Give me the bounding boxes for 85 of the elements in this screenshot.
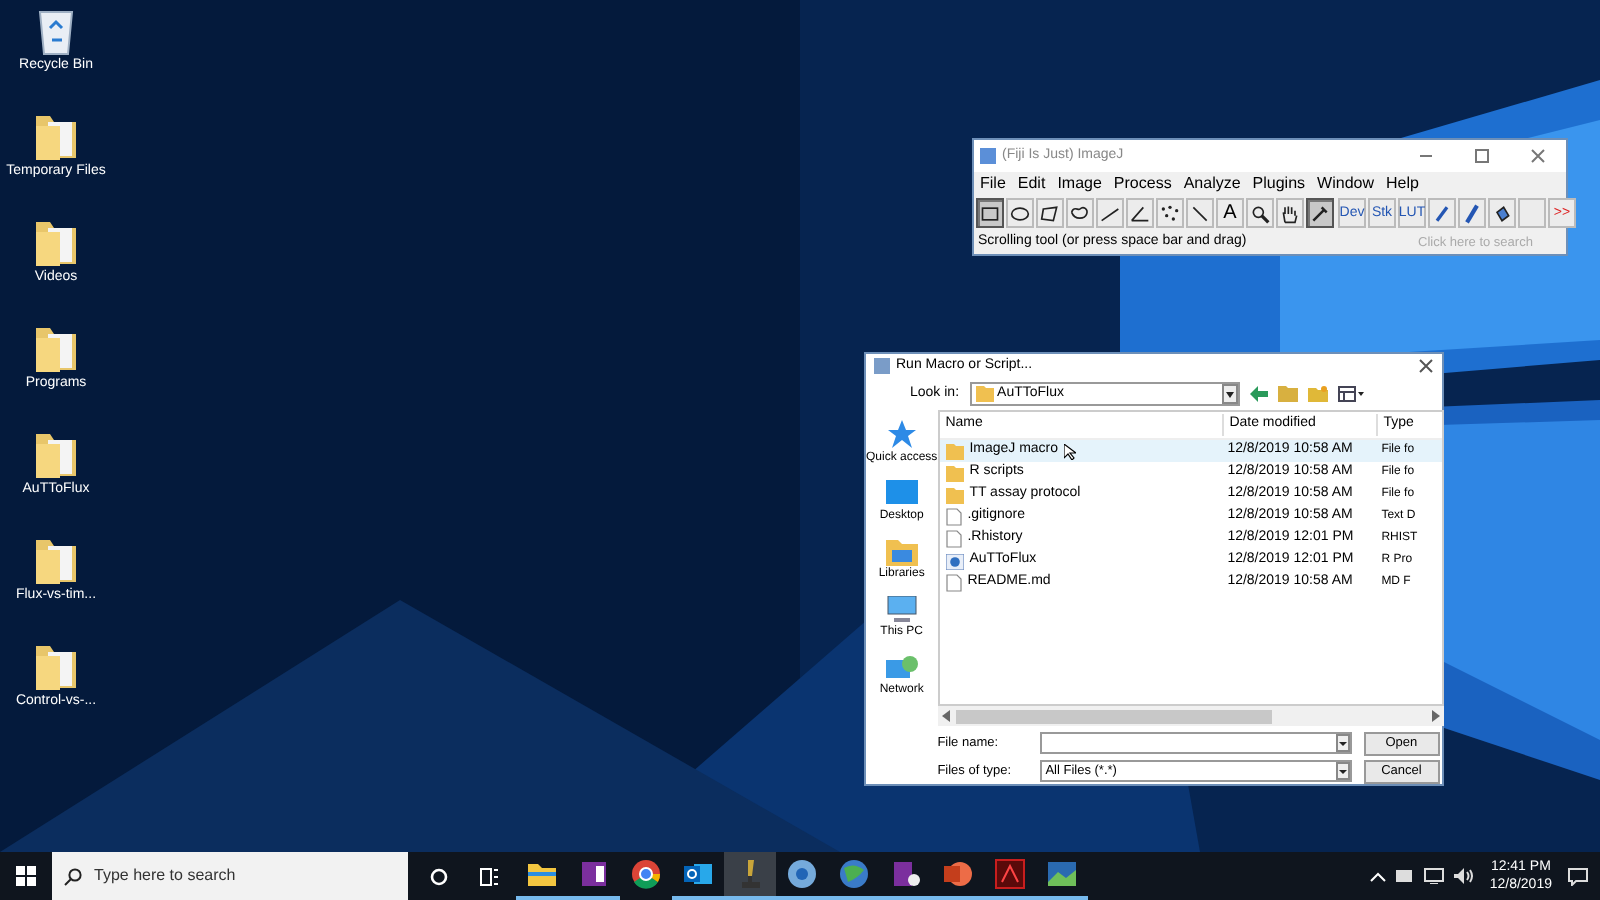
cursor-icon bbox=[1064, 443, 1077, 459]
windows-icon[interactable] bbox=[16, 866, 36, 886]
pencil-icon bbox=[1432, 201, 1452, 225]
freehand-icon bbox=[1070, 201, 1090, 225]
dropdown-icon bbox=[1221, 384, 1238, 404]
menu-item[interactable]: Edit bbox=[1017, 172, 1046, 196]
app-icon bbox=[980, 148, 996, 164]
angle-icon bbox=[1130, 201, 1150, 225]
dropdown-icon bbox=[1335, 762, 1350, 780]
menu-item[interactable]: File bbox=[980, 172, 1006, 196]
mail-icon bbox=[682, 858, 714, 890]
taskbar-app-button[interactable] bbox=[724, 852, 776, 900]
desktop-icon bbox=[885, 480, 918, 508]
folder-icon bbox=[32, 640, 80, 692]
r-icon bbox=[786, 858, 818, 890]
search-icon bbox=[64, 867, 82, 885]
globe-icon bbox=[838, 858, 870, 890]
close-icon[interactable] bbox=[1418, 358, 1434, 374]
dropdown-icon bbox=[1335, 734, 1350, 752]
speaker-icon[interactable] bbox=[1453, 868, 1474, 884]
tool-button[interactable] bbox=[976, 198, 1004, 228]
tool-button[interactable] bbox=[1006, 198, 1034, 228]
star-icon bbox=[885, 418, 918, 450]
menu-item[interactable]: Help bbox=[1386, 172, 1419, 196]
tool-button[interactable] bbox=[1156, 198, 1184, 228]
left-arrow-icon[interactable] bbox=[941, 710, 950, 722]
file-icon bbox=[945, 574, 962, 592]
tool-button[interactable] bbox=[1036, 198, 1064, 228]
battery-icon[interactable] bbox=[1395, 870, 1414, 882]
chrome-icon bbox=[630, 858, 662, 890]
tool-button[interactable] bbox=[1306, 198, 1334, 228]
paint-bucket-icon bbox=[1492, 201, 1512, 225]
hand-icon bbox=[1280, 201, 1300, 225]
oval-icon bbox=[1010, 201, 1030, 225]
tool-button[interactable] bbox=[1246, 198, 1274, 228]
tool-button[interactable] bbox=[1428, 198, 1456, 228]
task-view-icon[interactable] bbox=[480, 867, 500, 885]
folder-icon bbox=[32, 322, 80, 374]
view-menu-icon[interactable] bbox=[1337, 386, 1364, 402]
cortana-icon[interactable] bbox=[429, 867, 447, 885]
folder-icon bbox=[32, 216, 80, 268]
menu-item[interactable]: Plugins bbox=[1252, 172, 1306, 196]
brush-icon bbox=[1462, 201, 1482, 225]
tool-button[interactable]: A bbox=[1216, 198, 1244, 228]
menu-item[interactable]: Window bbox=[1317, 172, 1374, 196]
tool-button[interactable] bbox=[1276, 198, 1304, 228]
folder-icon bbox=[885, 538, 918, 566]
folder-icon bbox=[32, 110, 80, 162]
notifications-icon[interactable] bbox=[1568, 867, 1588, 885]
tool-button[interactable] bbox=[1066, 198, 1094, 228]
close-icon[interactable] bbox=[1530, 148, 1546, 164]
photo-icon bbox=[1046, 858, 1078, 890]
horizontal-scrollbar[interactable] bbox=[937, 706, 1444, 726]
rectangle-icon bbox=[980, 201, 1000, 225]
scrollbar-thumb[interactable] bbox=[955, 709, 1272, 723]
network-icon[interactable] bbox=[1423, 868, 1444, 884]
presentation-icon bbox=[942, 858, 974, 890]
taskbar-search-field[interactable]: Type here to search bbox=[52, 852, 408, 900]
r-project-icon bbox=[945, 553, 964, 569]
pdf-icon bbox=[994, 858, 1026, 890]
right-arrow-icon[interactable] bbox=[1431, 710, 1440, 722]
network-icon bbox=[885, 654, 918, 682]
chevron-up-icon[interactable] bbox=[1369, 871, 1386, 881]
tool-button[interactable] bbox=[1488, 198, 1516, 228]
computer-icon bbox=[885, 596, 918, 624]
menu-item[interactable]: Analyze bbox=[1183, 172, 1241, 196]
menu-item[interactable]: Image bbox=[1057, 172, 1102, 196]
tool-button[interactable] bbox=[1096, 198, 1124, 228]
folder-icon bbox=[32, 428, 80, 480]
app-icon bbox=[874, 358, 890, 374]
folder-icon bbox=[32, 534, 80, 586]
tool-button[interactable] bbox=[1126, 198, 1154, 228]
notebook-icon bbox=[890, 858, 922, 890]
back-arrow-icon[interactable] bbox=[1249, 386, 1268, 402]
file-name-field[interactable] bbox=[1039, 732, 1352, 754]
points-icon bbox=[1160, 201, 1180, 225]
maximize-icon[interactable] bbox=[1474, 148, 1490, 164]
notebook-icon bbox=[578, 858, 610, 890]
polygon-icon bbox=[1040, 201, 1060, 225]
menu-item[interactable]: Process bbox=[1113, 172, 1172, 196]
tool-button[interactable] bbox=[1458, 198, 1486, 228]
tool-button[interactable] bbox=[1186, 198, 1214, 228]
folder-icon bbox=[526, 858, 558, 890]
dropper-icon bbox=[1310, 201, 1330, 225]
magnifier-icon bbox=[1250, 201, 1270, 225]
